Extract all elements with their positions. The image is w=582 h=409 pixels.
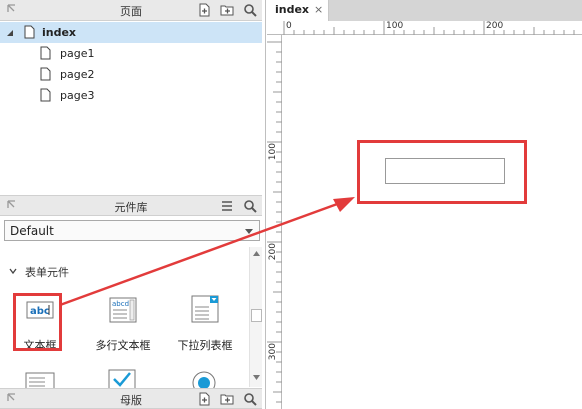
svg-text:abcd: abcd bbox=[112, 300, 129, 308]
page-icon bbox=[40, 46, 51, 60]
scroll-thumb[interactable] bbox=[251, 309, 262, 322]
add-folder-icon[interactable] bbox=[220, 392, 234, 406]
tree-expand-icon[interactable] bbox=[6, 29, 14, 37]
ruler-label: 0 bbox=[286, 21, 292, 31]
search-icon[interactable] bbox=[243, 392, 257, 406]
add-folder-icon[interactable] bbox=[220, 3, 234, 17]
tab-label: index bbox=[275, 3, 310, 16]
pages-panel-header: 页面 bbox=[0, 0, 262, 21]
scroll-up-icon[interactable] bbox=[253, 251, 260, 256]
left-sidebar: 页面 index page1 page2 page3 元件库 Default 表… bbox=[0, 0, 266, 409]
add-page-icon[interactable] bbox=[197, 3, 211, 17]
ruler-label: 200 bbox=[486, 21, 504, 31]
ruler-label: 100 bbox=[386, 21, 404, 31]
tab-index[interactable]: index × bbox=[267, 0, 329, 21]
chevron-down-icon bbox=[245, 229, 253, 234]
radio-button-icon[interactable] bbox=[190, 371, 218, 388]
widget-text-area[interactable]: abcd 多行文本框 bbox=[83, 295, 163, 360]
tree-item-label: page3 bbox=[60, 89, 95, 102]
droplist-icon bbox=[191, 295, 219, 323]
menu-icon[interactable] bbox=[220, 199, 234, 213]
tree-item-index[interactable]: index bbox=[0, 22, 262, 43]
design-canvas[interactable] bbox=[283, 36, 582, 409]
tab-bar: index × bbox=[267, 0, 582, 21]
masters-panel-header: 母版 bbox=[0, 388, 262, 409]
widgets-panel-header: 元件库 bbox=[0, 195, 262, 216]
scroll-down-icon[interactable] bbox=[253, 375, 260, 380]
checkbox-icon[interactable] bbox=[108, 369, 136, 388]
tree-item-page3[interactable]: page3 bbox=[0, 85, 262, 106]
chevron-down-icon[interactable] bbox=[9, 267, 17, 275]
widget-label: 下拉列表框 bbox=[177, 339, 233, 352]
ruler-vertical: 100 200 300 bbox=[267, 35, 282, 409]
widget-label: 多行文本框 bbox=[95, 339, 151, 352]
tree-item-label: page1 bbox=[60, 47, 95, 60]
widget-droplist[interactable]: 下拉列表框 bbox=[165, 295, 245, 360]
library-select[interactable]: Default bbox=[4, 220, 260, 241]
library-select-value: Default bbox=[10, 224, 54, 238]
tree-item-page2[interactable]: page2 bbox=[0, 64, 262, 85]
ruler-label: 200 bbox=[268, 243, 278, 261]
search-icon[interactable] bbox=[243, 3, 257, 17]
ruler-label: 300 bbox=[268, 343, 278, 361]
page-icon bbox=[24, 25, 35, 39]
ruler-ticks bbox=[283, 21, 575, 35]
page-icon bbox=[40, 88, 51, 102]
canvas-highlight-box bbox=[357, 140, 527, 204]
search-icon[interactable] bbox=[243, 199, 257, 213]
close-icon[interactable]: × bbox=[314, 3, 323, 16]
widgets-scrollbar[interactable] bbox=[249, 247, 262, 387]
tree-item-page1[interactable]: page1 bbox=[0, 43, 262, 64]
tree-item-label: index bbox=[42, 26, 77, 39]
ruler-label: 100 bbox=[268, 143, 278, 161]
list-box-icon[interactable] bbox=[25, 372, 55, 388]
text-area-icon: abcd bbox=[109, 297, 137, 323]
editor-area: index × 0 100 200 100 200 300 bbox=[267, 0, 582, 409]
tree-item-label: page2 bbox=[60, 68, 95, 81]
widget-highlight-box bbox=[13, 293, 62, 351]
ruler-horizontal: 0 100 200 bbox=[267, 21, 582, 35]
section-form-widgets[interactable]: 表单元件 bbox=[25, 264, 69, 280]
add-master-icon[interactable] bbox=[197, 392, 211, 406]
page-icon bbox=[40, 67, 51, 81]
